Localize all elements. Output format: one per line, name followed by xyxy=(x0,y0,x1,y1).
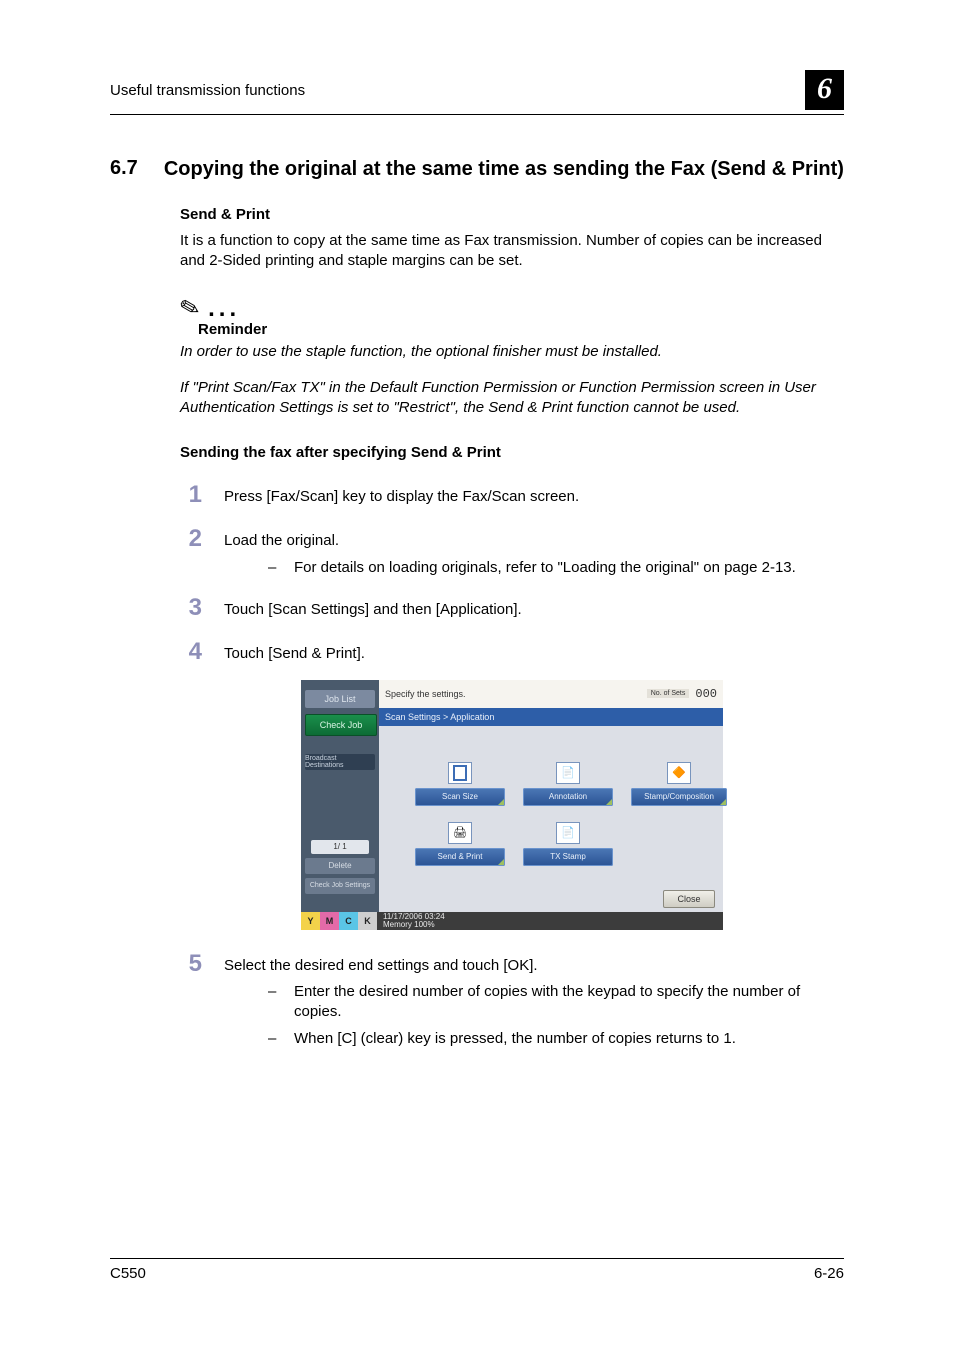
step-text: Press [Fax/Scan] key to display the Fax/… xyxy=(224,487,844,507)
shot-sidebar: Job List Check Job Broadcast Destination… xyxy=(301,680,379,912)
annotation-icon: 📄 xyxy=(556,762,580,784)
substep-text: When [C] (clear) key is pressed, the num… xyxy=(294,1029,736,1049)
step-2: 2 Load the original. – For details on lo… xyxy=(180,525,844,578)
substep: – Enter the desired number of copies wit… xyxy=(268,982,844,1023)
step-number: 1 xyxy=(180,481,202,509)
status-datetime: 11/17/2006 03:24 Memory 100% xyxy=(383,913,445,929)
chapter-number: 6 xyxy=(805,70,844,110)
substep: – For details on loading originals, refe… xyxy=(268,558,844,578)
procedure-heading: Sending the fax after specifying Send & … xyxy=(180,444,844,461)
step-text: Touch [Scan Settings] and then [Applicat… xyxy=(224,600,844,620)
shot-message-bar: Specify the settings. No. of Sets 000 xyxy=(379,680,723,708)
reminder-icon-row: ✎ ... xyxy=(180,294,844,323)
ellipsis-icon: ... xyxy=(208,295,240,323)
step-number: 4 xyxy=(180,638,202,666)
broadcast-dest-header: Broadcast Destinations xyxy=(305,754,375,770)
send-print-heading: Send & Print xyxy=(180,206,844,223)
breadcrumb-tab: Scan Settings > Application xyxy=(379,708,723,726)
running-header: Useful transmission functions 6 xyxy=(110,70,844,115)
check-job-settings-button[interactable]: Check Job Settings xyxy=(305,878,375,894)
toner-c-icon: C xyxy=(339,912,358,930)
footer-page: 6-26 xyxy=(814,1265,844,1282)
close-button[interactable]: Close xyxy=(663,890,715,908)
check-job-button[interactable]: Check Job xyxy=(305,714,377,736)
dash-icon: – xyxy=(268,1029,280,1049)
step-4: 4 Touch [Send & Print]. xyxy=(180,638,844,666)
tx-stamp-icon: 📄 xyxy=(556,822,580,844)
step-5: 5 Select the desired end settings and to… xyxy=(180,950,844,1049)
running-title: Useful transmission functions xyxy=(110,82,305,99)
substep-text: Enter the desired number of copies with … xyxy=(294,982,844,1023)
tx-stamp-button[interactable]: TX Stamp xyxy=(523,848,613,866)
breadcrumb-text: Scan Settings > Application xyxy=(385,712,494,722)
step-3: 3 Touch [Scan Settings] and then [Applic… xyxy=(180,594,844,622)
no-of-sets-label: No. of Sets xyxy=(647,689,690,698)
reminder-p2: If "Print Scan/Fax TX" in the Default Fu… xyxy=(180,378,844,419)
footer-model: C550 xyxy=(110,1265,146,1282)
toner-indicators: Y M C K xyxy=(301,912,377,930)
dash-icon: – xyxy=(268,558,280,578)
stamp-composition-icon: 🔶 xyxy=(667,762,691,784)
dash-icon: – xyxy=(268,982,280,1023)
note-icon: ✎ xyxy=(177,291,204,324)
substep-text: For details on loading originals, refer … xyxy=(294,558,796,578)
annotation-button[interactable]: Annotation xyxy=(523,788,613,806)
reminder-p1: In order to use the staple function, the… xyxy=(180,342,844,362)
section-heading: 6.7 Copying the original at the same tim… xyxy=(110,157,844,182)
no-of-sets-value: 000 xyxy=(695,687,717,701)
shot-message: Specify the settings. xyxy=(385,689,466,699)
toner-k-icon: K xyxy=(358,912,377,930)
no-of-sets: No. of Sets 000 xyxy=(647,687,717,701)
toner-y-icon: Y xyxy=(301,912,320,930)
send-print-icon: 🖨 xyxy=(448,822,472,844)
page-footer: C550 6-26 xyxy=(110,1258,844,1282)
substep: – When [C] (clear) key is pressed, the n… xyxy=(268,1029,844,1049)
scan-size-icon xyxy=(448,762,472,784)
shot-main-panel: Scan Size 📄 Annotation 🔶 Stamp/Compositi… xyxy=(379,726,723,912)
send-print-button[interactable]: Send & Print xyxy=(415,848,505,866)
step-number: 3 xyxy=(180,594,202,622)
stamp-composition-button[interactable]: Stamp/Composition xyxy=(631,788,727,806)
step-text: Load the original. xyxy=(224,532,339,549)
step-number: 2 xyxy=(180,525,202,553)
section-number: 6.7 xyxy=(110,157,138,180)
embedded-screenshot: Job List Check Job Broadcast Destination… xyxy=(301,680,723,930)
delete-button[interactable]: Delete xyxy=(305,858,375,874)
step-text: Touch [Send & Print]. xyxy=(224,644,844,664)
job-list-tab[interactable]: Job List xyxy=(305,690,375,708)
toner-m-icon: M xyxy=(320,912,339,930)
reminder-label: Reminder xyxy=(198,321,844,338)
step-1: 1 Press [Fax/Scan] key to display the Fa… xyxy=(180,481,844,509)
send-print-body: It is a function to copy at the same tim… xyxy=(180,231,844,272)
shot-status-bar: Y M C K 11/17/2006 03:24 Memory 100% xyxy=(301,912,723,930)
section-title: Copying the original at the same time as… xyxy=(164,157,844,182)
scan-size-button[interactable]: Scan Size xyxy=(415,788,505,806)
step-number: 5 xyxy=(180,950,202,978)
pager: 1/ 1 xyxy=(311,840,369,854)
step-text: Select the desired end settings and touc… xyxy=(224,957,538,974)
